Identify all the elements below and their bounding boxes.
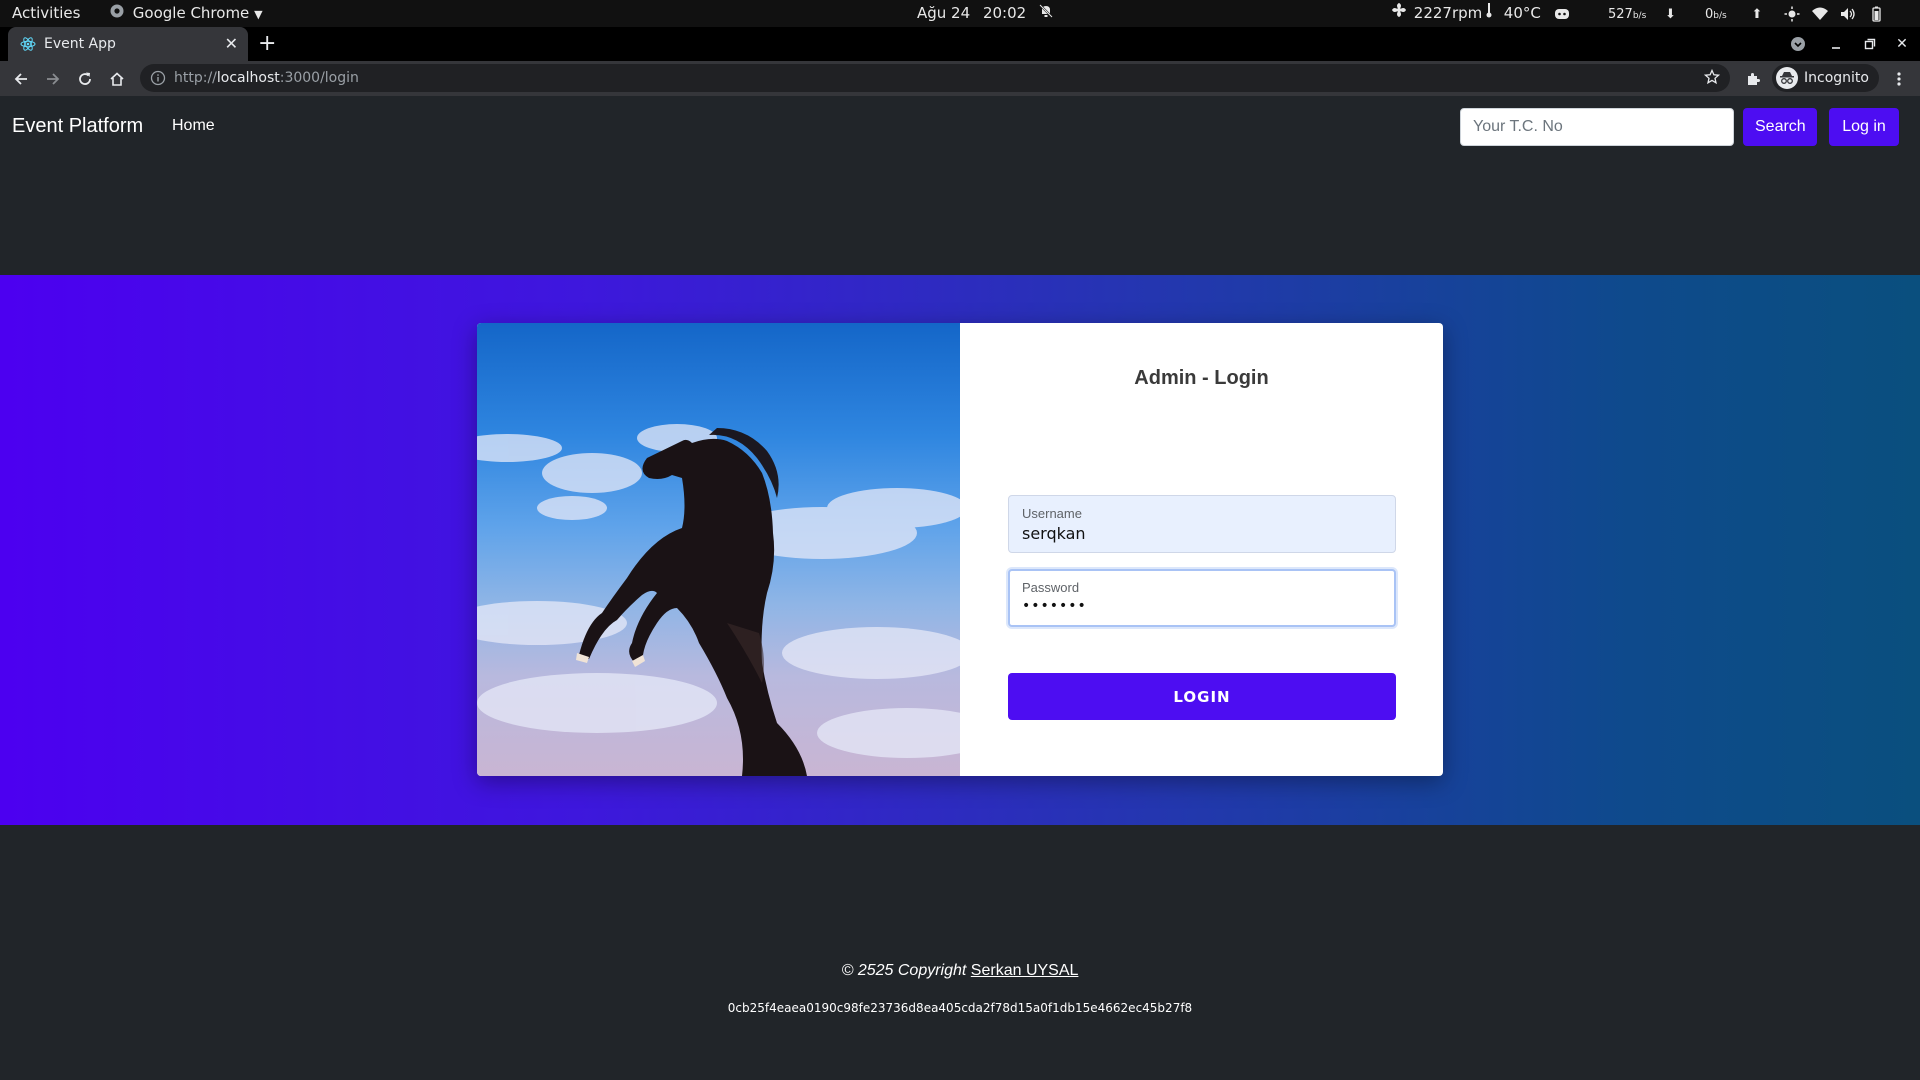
copyright-text: © 2525 Copyright bbox=[841, 962, 967, 979]
bookmark-star-icon[interactable] bbox=[1703, 68, 1721, 90]
forward-icon[interactable] bbox=[39, 65, 67, 93]
os-top-bar: Activities Google Chrome ▼ Ağu 24 20:02 … bbox=[0, 0, 1920, 27]
wifi-icon[interactable] bbox=[1812, 0, 1828, 27]
incognito-profile-button[interactable]: Incognito bbox=[1772, 64, 1879, 92]
incognito-icon bbox=[1776, 67, 1798, 89]
author-link[interactable]: Serkan UYSAL bbox=[971, 962, 1079, 979]
net-down-indicator: 527b/s ⬇ bbox=[1608, 0, 1676, 27]
login-card: Admin - Login Username serqkan Password … bbox=[477, 323, 1443, 776]
nav-home-link[interactable]: Home bbox=[172, 96, 215, 156]
tab-search-icon[interactable] bbox=[1785, 27, 1811, 61]
url-host: localhost bbox=[216, 70, 280, 86]
tab-event-app[interactable]: Event App ✕ bbox=[8, 27, 248, 61]
app-menu[interactable]: Google Chrome ▼ bbox=[110, 0, 263, 27]
close-tab-icon[interactable]: ✕ bbox=[225, 27, 238, 61]
username-field[interactable]: Username serqkan bbox=[1008, 495, 1396, 553]
hero-section: Admin - Login Username serqkan Password … bbox=[0, 275, 1920, 825]
app-navbar: Event Platform Home Search Log in bbox=[0, 96, 1920, 156]
chrome-icon bbox=[110, 0, 124, 27]
tc-number-input[interactable] bbox=[1460, 108, 1734, 146]
url-text: http://localhost:3000/login bbox=[174, 64, 359, 92]
browser-toolbar: http://localhost:3000/login Incognito bbox=[0, 61, 1920, 96]
username-label: Username bbox=[1022, 506, 1082, 521]
arrow-down-icon: ⬇ bbox=[1665, 7, 1676, 22]
net-up-indicator: 0b/s ⬆ bbox=[1705, 0, 1762, 27]
thermometer-icon bbox=[1485, 0, 1493, 27]
footer-hash: 0cb25f4eaea0190c98fe23736d8ea405cda2f78d… bbox=[727, 1001, 1193, 1015]
temperature-value: 40°C bbox=[1503, 4, 1541, 22]
login-nav-button[interactable]: Log in bbox=[1829, 108, 1899, 146]
site-info-icon[interactable] bbox=[150, 70, 166, 91]
browser-tab-strip: Event App ✕ + ✕ bbox=[0, 27, 1920, 61]
activities-button[interactable]: Activities bbox=[12, 0, 80, 27]
tab-title: Event App bbox=[44, 36, 116, 52]
username-value: serqkan bbox=[1022, 524, 1086, 543]
arrow-up-icon: ⬆ bbox=[1751, 7, 1763, 22]
address-bar[interactable]: http://localhost:3000/login bbox=[140, 64, 1730, 92]
brand-link[interactable]: Event Platform bbox=[12, 96, 143, 156]
horse-photo bbox=[477, 323, 960, 776]
notifications-off-icon bbox=[1039, 0, 1053, 27]
url-scheme: http:// bbox=[174, 70, 217, 86]
extensions-icon[interactable] bbox=[1739, 65, 1767, 93]
app-name: Google Chrome bbox=[132, 4, 250, 22]
battery-icon[interactable] bbox=[1868, 0, 1884, 27]
login-submit-button[interactable]: LOGIN bbox=[1008, 673, 1396, 720]
fan-speed: 2227rpm bbox=[1413, 4, 1483, 22]
close-window-icon[interactable]: ✕ bbox=[1889, 27, 1915, 61]
fan-indicator: 2227rpm bbox=[1391, 0, 1482, 27]
discord-icon[interactable] bbox=[1554, 0, 1570, 27]
login-form: Admin - Login Username serqkan Password … bbox=[960, 323, 1443, 776]
home-icon[interactable] bbox=[103, 65, 131, 93]
volume-icon[interactable] bbox=[1840, 0, 1856, 27]
incognito-label: Incognito bbox=[1804, 70, 1869, 86]
time-text: 20:02 bbox=[982, 4, 1027, 22]
search-button[interactable]: Search bbox=[1743, 108, 1817, 146]
horse-illustration bbox=[477, 424, 960, 776]
net-down-value: 527 bbox=[1608, 7, 1633, 22]
minimize-icon[interactable] bbox=[1823, 27, 1849, 61]
brightness-icon[interactable] bbox=[1784, 0, 1800, 27]
password-value: ••••••• bbox=[1022, 598, 1087, 614]
chevron-down-icon: ▼ bbox=[254, 8, 263, 21]
fan-icon bbox=[1391, 0, 1407, 27]
net-up-unit: b/s bbox=[1713, 11, 1727, 21]
password-field[interactable]: Password ••••••• bbox=[1008, 569, 1396, 627]
date-text: Ağu 24 bbox=[917, 4, 971, 22]
temperature-indicator: 40°C bbox=[1485, 0, 1541, 27]
form-title: Admin - Login bbox=[1134, 367, 1269, 389]
reload-icon[interactable] bbox=[71, 65, 99, 93]
react-icon bbox=[20, 36, 36, 52]
restore-icon[interactable] bbox=[1857, 27, 1883, 61]
url-path: :3000/login bbox=[279, 70, 359, 86]
back-icon[interactable] bbox=[7, 65, 35, 93]
password-label: Password bbox=[1022, 580, 1080, 595]
browser-menu-icon[interactable] bbox=[1885, 65, 1913, 93]
net-down-unit: b/s bbox=[1632, 11, 1647, 21]
footer-copyright: © 2525 Copyright Serkan UYSAL bbox=[0, 962, 1920, 980]
new-tab-button[interactable]: + bbox=[258, 27, 276, 61]
clock[interactable]: Ağu 24 20:02 bbox=[917, 0, 1053, 27]
